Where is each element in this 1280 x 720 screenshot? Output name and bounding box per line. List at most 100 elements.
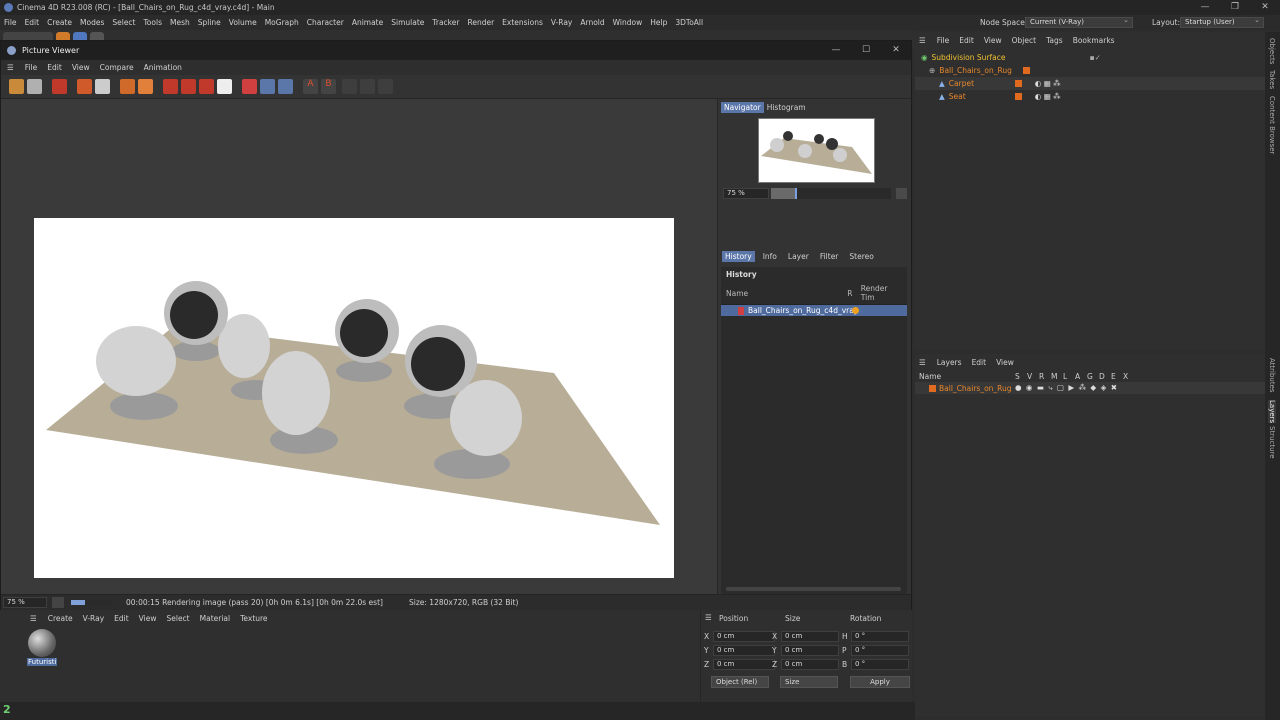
om-menu-item-4[interactable]: Tags bbox=[1041, 36, 1068, 45]
mm-menu-item-5[interactable]: Material bbox=[195, 614, 235, 623]
tab-info[interactable]: Info bbox=[760, 251, 780, 262]
navigator-zoom-field[interactable]: 75 % bbox=[723, 188, 769, 199]
tab-objects[interactable]: Objects bbox=[1268, 38, 1276, 64]
mm-hamburger-icon[interactable]: ☰ bbox=[30, 614, 37, 623]
om-menu-item-0[interactable]: File bbox=[932, 36, 955, 45]
open-icon[interactable] bbox=[9, 79, 24, 94]
main-menu-item-16[interactable]: V-Ray bbox=[547, 18, 576, 27]
restore-icon[interactable]: ❐ bbox=[1220, 0, 1250, 15]
main-menu-item-3[interactable]: Modes bbox=[76, 18, 108, 27]
tab-history[interactable]: History bbox=[722, 251, 755, 262]
coord-size-field[interactable]: 0 cm bbox=[781, 659, 839, 670]
tab-stereo[interactable]: Stereo bbox=[846, 251, 876, 262]
om-menu-item-5[interactable]: Bookmarks bbox=[1068, 36, 1120, 45]
om-hamburger-icon[interactable]: ☰ bbox=[919, 36, 926, 45]
close-icon[interactable]: ✕ bbox=[1250, 0, 1280, 15]
main-menu-item-5[interactable]: Tools bbox=[140, 18, 166, 27]
lm-hamburger-icon[interactable]: ☰ bbox=[919, 358, 926, 367]
tab-navigator[interactable]: Navigator bbox=[721, 102, 764, 113]
split-icon[interactable] bbox=[278, 79, 293, 94]
om-menu-item-3[interactable]: Object bbox=[1007, 36, 1041, 45]
main-menu-item-20[interactable]: 3DToAll bbox=[671, 18, 707, 27]
mm-menu-item-2[interactable]: Edit bbox=[109, 614, 134, 623]
lm-menu-item-2[interactable]: View bbox=[991, 358, 1019, 367]
coord-size-field[interactable]: 0 cm bbox=[781, 631, 839, 642]
layer-toggles-icon[interactable]: ● ◉ ▬ ⤷ ▢ ▶ ⁂ ◆ ◈ ✖ bbox=[1015, 383, 1118, 393]
main-menu-item-10[interactable]: Character bbox=[303, 18, 348, 27]
coord-rotation-field[interactable]: 0 ° bbox=[851, 645, 909, 656]
set-b-icon[interactable]: B bbox=[321, 79, 336, 94]
lm-menu-item-0[interactable]: Layers bbox=[932, 358, 967, 367]
render-canvas-area[interactable] bbox=[1, 99, 717, 594]
coord-rotation-field[interactable]: 0 ° bbox=[851, 631, 909, 642]
object-row[interactable]: ▲ Seat ◐ ▦ ⁂ bbox=[915, 90, 1265, 103]
navigator-zoom-slider[interactable] bbox=[771, 188, 891, 199]
compare-icon[interactable] bbox=[260, 79, 275, 94]
main-menu-item-13[interactable]: Tracker bbox=[428, 18, 463, 27]
mm-menu-item-4[interactable]: Select bbox=[161, 614, 194, 623]
coord-position-field[interactable]: 0 cm bbox=[713, 645, 775, 656]
pv-menu-item-3[interactable]: Compare bbox=[95, 63, 139, 72]
tab-takes[interactable]: Takes bbox=[1268, 70, 1276, 89]
zoom-dropdown-icon[interactable] bbox=[896, 188, 907, 199]
save-icon[interactable] bbox=[27, 79, 42, 94]
check-icon[interactable]: ▪✓ bbox=[1090, 53, 1101, 62]
layer-color-icon[interactable] bbox=[1023, 67, 1031, 74]
main-menu-item-17[interactable]: Arnold bbox=[576, 18, 608, 27]
om-menu-item-2[interactable]: View bbox=[979, 36, 1007, 45]
pv-menu-item-0[interactable]: File bbox=[20, 63, 43, 72]
main-menu-item-9[interactable]: MoGraph bbox=[261, 18, 303, 27]
material-tag-icon[interactable]: ◐ ▦ ⁂ bbox=[1035, 92, 1061, 101]
layer-color-icon[interactable] bbox=[1014, 80, 1022, 87]
mm-menu-item-1[interactable]: V-Ray bbox=[78, 614, 109, 623]
main-menu-item-11[interactable]: Animate bbox=[348, 18, 387, 27]
lm-menu-item-1[interactable]: Edit bbox=[967, 358, 992, 367]
main-menu-item-1[interactable]: Edit bbox=[21, 18, 44, 27]
pv-maximize-icon[interactable]: ☐ bbox=[851, 41, 881, 60]
main-menu-item-6[interactable]: Mesh bbox=[166, 18, 194, 27]
layout-select[interactable]: Startup (User) bbox=[1180, 16, 1264, 28]
pv-close-icon[interactable]: ✕ bbox=[881, 41, 911, 60]
main-menu-item-8[interactable]: Volume bbox=[225, 18, 261, 27]
copy-icon[interactable] bbox=[120, 79, 135, 94]
object-row[interactable]: ◉ Subdivision Surface ▪✓ bbox=[915, 51, 1265, 64]
paste-icon[interactable] bbox=[138, 79, 153, 94]
frame-icon[interactable] bbox=[163, 79, 178, 94]
pv-menu-item-1[interactable]: Edit bbox=[42, 63, 67, 72]
history-scrollbar[interactable] bbox=[726, 587, 901, 591]
tab-content-browser[interactable]: Content Browser bbox=[1268, 96, 1276, 154]
minimize-icon[interactable]: — bbox=[1190, 0, 1220, 15]
tab-histogram[interactable]: Histogram bbox=[764, 102, 809, 113]
set-a-icon[interactable]: A bbox=[303, 79, 318, 94]
material-preview-icon[interactable] bbox=[28, 629, 56, 657]
main-menu-item-0[interactable]: File bbox=[0, 18, 21, 27]
object-row[interactable]: ⊕ Ball_Chairs_on_Rug bbox=[915, 64, 1265, 77]
mm-menu-item-0[interactable]: Create bbox=[43, 614, 78, 623]
tab-layer[interactable]: Layer bbox=[785, 251, 812, 262]
user-icon[interactable] bbox=[95, 79, 110, 94]
main-menu-item-19[interactable]: Help bbox=[646, 18, 671, 27]
tab-attributes[interactable]: Attributes bbox=[1268, 358, 1276, 393]
coord-size-select[interactable]: Size bbox=[780, 676, 838, 688]
apply-button[interactable]: Apply bbox=[850, 676, 910, 688]
zoom-menu-icon[interactable] bbox=[52, 597, 64, 608]
ab-compare-icon[interactable] bbox=[242, 79, 257, 94]
material-name[interactable]: Futuristi bbox=[27, 658, 57, 666]
main-menu-item-14[interactable]: Render bbox=[463, 18, 498, 27]
coord-size-field[interactable]: 0 cm bbox=[781, 645, 839, 656]
main-menu-item-4[interactable]: Select bbox=[108, 18, 139, 27]
layer-color-icon[interactable] bbox=[1014, 93, 1022, 100]
tab-filter[interactable]: Filter bbox=[817, 251, 842, 262]
object-row[interactable]: ▲ Carpet ◐ ▦ ⁂ bbox=[915, 77, 1265, 90]
main-menu-item-15[interactable]: Extensions bbox=[498, 18, 547, 27]
main-menu-item-18[interactable]: Window bbox=[609, 18, 647, 27]
region-icon[interactable] bbox=[77, 79, 92, 94]
frame3-icon[interactable] bbox=[199, 79, 214, 94]
coord-position-field[interactable]: 0 cm bbox=[713, 659, 775, 670]
node-space-select[interactable]: Current (V-Ray) bbox=[1025, 16, 1133, 28]
coords-hamburger-icon[interactable]: ☰ bbox=[705, 613, 712, 622]
render-icon[interactable] bbox=[52, 79, 67, 94]
om-menu-item-1[interactable]: Edit bbox=[954, 36, 979, 45]
main-menu-item-12[interactable]: Simulate bbox=[387, 18, 428, 27]
pv-menu-item-4[interactable]: Animation bbox=[139, 63, 187, 72]
